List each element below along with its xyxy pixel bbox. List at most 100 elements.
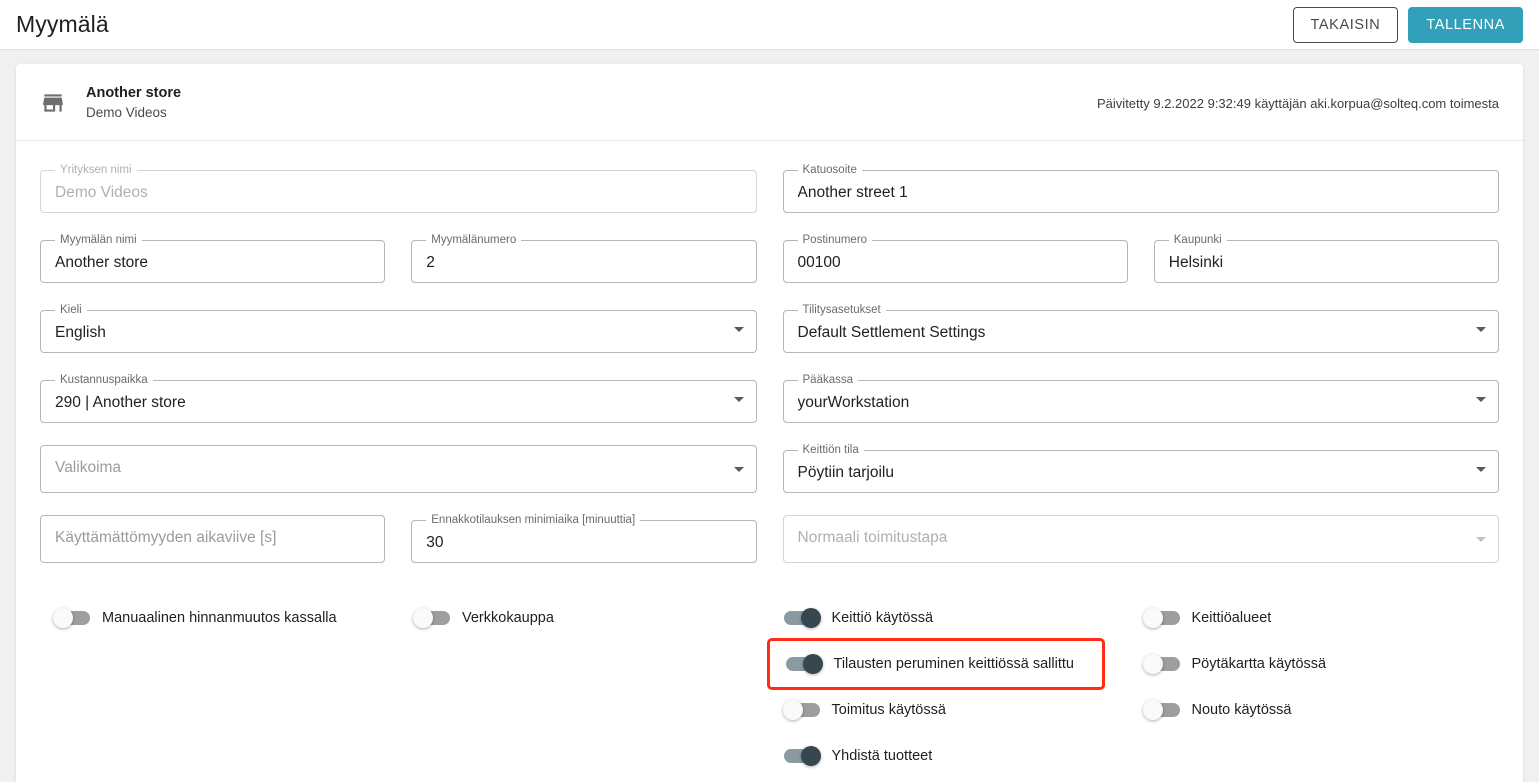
last-updated-text: Päivitetty 9.2.2022 9:32:49 käyttäjän ak… [1097, 95, 1499, 111]
toggle-switch[interactable] [783, 608, 821, 628]
toggle-switch[interactable] [413, 608, 450, 628]
store-name-value: Another store [55, 254, 149, 271]
store-number-value: 2 [426, 254, 435, 271]
city-value: Helsinki [1168, 254, 1224, 271]
form-col-right: Postinumero 00100 Kaupunki Helsinki [782, 234, 1499, 283]
form-col-right: Pääkassa yourWorkstation [782, 374, 1499, 423]
preorder-min-time-label: Ennakkotilauksen minimiaika [minuuttia] [431, 514, 636, 526]
toggle-label: Tilausten peruminen keittiössä sallittu [833, 656, 1074, 672]
field-cost-center[interactable]: Kustannuspaikka 290 | Another store [40, 374, 757, 423]
toggle-knob [800, 746, 821, 766]
field-postal-code[interactable]: Postinumero 00100 [782, 234, 1128, 283]
toggle-keittio-kaytossa[interactable]: Keittiö käytössä [770, 595, 1130, 641]
field-assortment[interactable]: Valikoima [40, 445, 757, 493]
toggle-knob [413, 608, 433, 628]
form-col-right: Normaali toimitustapa [782, 515, 1499, 563]
toggle-poytakartta-kaytossa[interactable]: Pöytäkartta käytössä [1130, 641, 1500, 687]
form-col-left: Yrityksen nimi Demo Videos [40, 164, 757, 213]
chevron-down-icon[interactable] [733, 397, 744, 402]
toggle-switch[interactable] [1142, 700, 1180, 720]
toggle-label: Keittiöalueet [1191, 610, 1272, 626]
field-idle-delay[interactable]: Käyttämättömyyden aikaviive [s] [40, 515, 386, 563]
company-name-label: Yrityksen nimi [60, 164, 132, 176]
form-col-left: Kustannuspaikka 290 | Another store [40, 374, 757, 423]
preorder-min-time-value: 30 [426, 534, 444, 551]
street-address-label: Katuosoite [802, 164, 857, 176]
form-col-right: Katuosoite Another street 1 [782, 164, 1499, 213]
toggle-knob [53, 608, 73, 628]
field-settlement-settings[interactable]: Tilitysasetukset Default Settlement Sett… [782, 304, 1499, 353]
form-col-right: Tilitysasetukset Default Settlement Sett… [782, 304, 1499, 353]
settlement-settings-value: Default Settlement Settings [797, 324, 986, 341]
save-button[interactable]: TALLENNA [1408, 6, 1523, 43]
toggle-keittioalueet[interactable]: Keittiöalueet [1130, 595, 1500, 641]
form-row-5: Valikoima Keittiön tila Pöytiin tarjoilu [40, 444, 1499, 493]
toggle-knob [802, 654, 823, 674]
toggle-toimitus-kaytossa[interactable]: Toimitus käytössä [770, 687, 1130, 733]
chevron-down-icon[interactable] [1476, 397, 1486, 402]
toggle-switch[interactable] [1142, 608, 1180, 628]
store-form: Yrityksen nimi Demo Videos Katuosoite An… [16, 141, 1523, 563]
street-address-value: Another street 1 [797, 184, 908, 201]
toggle-switch[interactable] [783, 746, 821, 766]
chevron-down-icon[interactable] [733, 327, 744, 332]
toggle-col-right: Keittiö käytössä Tilausten peruminen kei… [766, 595, 1500, 779]
field-language[interactable]: Kieli English [40, 304, 757, 353]
toggle-group-left-1: Manuaalinen hinnanmuutos kassalla [40, 595, 400, 779]
field-street-address[interactable]: Katuosoite Another street 1 [782, 164, 1499, 213]
field-company-name[interactable]: Yrityksen nimi Demo Videos [40, 164, 757, 213]
toggle-group-right-2: Keittiöalueet Pöytäkartta käytössä Nouto… [1130, 595, 1500, 779]
form-col-left: Käyttämättömyyden aikaviive [s] Ennakkot… [40, 514, 757, 563]
toggle-section: Manuaalinen hinnanmuutos kassalla Verkko… [16, 585, 1523, 779]
city-label: Kaupunki [1173, 234, 1222, 246]
field-kitchen-mode[interactable]: Keittiön tila Pöytiin tarjoilu [782, 444, 1499, 493]
toggle-label: Manuaalinen hinnanmuutos kassalla [102, 610, 337, 626]
language-label: Kieli [60, 304, 82, 316]
form-row-1: Yrityksen nimi Demo Videos Katuosoite An… [40, 164, 1499, 213]
toggle-switch[interactable] [785, 654, 823, 674]
toggle-label: Yhdistä tuotteet [831, 748, 933, 764]
store-name-label: Myymälän nimi [60, 234, 137, 246]
assortment-value: Valikoima [55, 459, 122, 476]
toggle-switch[interactable] [1142, 654, 1180, 674]
toggle-yhdista-tuotteet[interactable]: Yhdistä tuotteet [770, 733, 1130, 779]
field-store-name[interactable]: Myymälän nimi Another store [40, 234, 386, 283]
toggle-knob [1142, 654, 1163, 674]
app-topbar: Myymälä TAKAISIN TALLENNA [0, 0, 1539, 50]
field-main-register[interactable]: Pääkassa yourWorkstation [782, 374, 1499, 423]
kitchen-mode-label: Keittiön tila [802, 444, 859, 456]
form-row-2: Myymälän nimi Another store Myymälänumer… [40, 234, 1499, 283]
toggle-verkkokauppa[interactable]: Verkkokauppa [400, 595, 770, 641]
delivery-method-value: Normaali toimitustapa [797, 529, 948, 546]
cost-center-label: Kustannuspaikka [60, 374, 148, 386]
toggle-label: Verkkokauppa [462, 610, 554, 626]
main-register-value: yourWorkstation [797, 394, 910, 411]
cost-center-value: 290 | Another store [55, 394, 186, 411]
store-identity: Another store Demo Videos [86, 84, 181, 122]
field-city[interactable]: Kaupunki Helsinki [1153, 234, 1499, 283]
chevron-down-icon [1476, 537, 1486, 542]
chevron-down-icon[interactable] [1476, 327, 1486, 332]
field-store-number[interactable]: Myymälänumero 2 [411, 234, 757, 283]
company-name-value: Demo Videos [55, 184, 148, 201]
toggle-tilausten-peruminen-keittiossa-sallittu[interactable]: Tilausten peruminen keittiössä sallittu [766, 638, 1105, 690]
store-icon [40, 90, 66, 116]
idle-delay-value: Käyttämättömyyden aikaviive [s] [55, 529, 277, 546]
toggle-switch[interactable] [782, 700, 820, 720]
main-register-label: Pääkassa [802, 374, 854, 386]
toggle-manuaalinen-hinnanmuutos-kassalla[interactable]: Manuaalinen hinnanmuutos kassalla [40, 595, 400, 641]
form-row-4: Kustannuspaikka 290 | Another store Pääk… [40, 374, 1499, 423]
toggle-knob [1142, 700, 1163, 720]
store-subtitle: Demo Videos [86, 105, 167, 120]
field-delivery-method[interactable]: Normaali toimitustapa [782, 515, 1499, 563]
toggle-label: Pöytäkartta käytössä [1191, 656, 1327, 672]
toggle-knob [782, 700, 803, 720]
kitchen-mode-value: Pöytiin tarjoilu [797, 464, 895, 481]
chevron-down-icon[interactable] [733, 467, 744, 472]
chevron-down-icon[interactable] [1476, 467, 1486, 472]
toggle-nouto-kaytossa[interactable]: Nouto käytössä [1130, 687, 1500, 733]
toggle-switch[interactable] [53, 608, 90, 628]
field-preorder-min-time[interactable]: Ennakkotilauksen minimiaika [minuuttia] … [411, 514, 757, 563]
toggle-col-left: Manuaalinen hinnanmuutos kassalla Verkko… [40, 595, 770, 779]
back-button[interactable]: TAKAISIN [1292, 6, 1399, 43]
